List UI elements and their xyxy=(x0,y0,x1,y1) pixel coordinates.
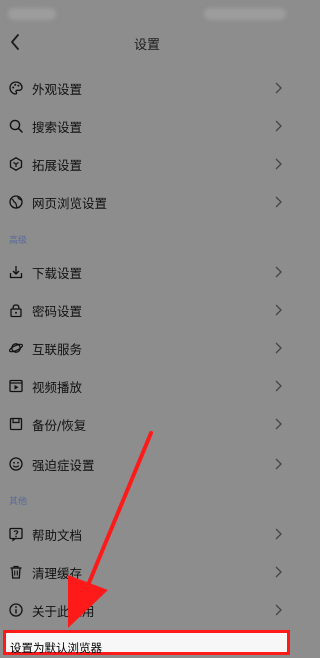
chevron-right-icon xyxy=(275,196,282,208)
settings-item-interconnect[interactable]: 互联服务 xyxy=(0,330,294,366)
settings-item-label: 外观设置 xyxy=(32,82,83,97)
settings-item-web-browsing[interactable]: 网页浏览设置 xyxy=(0,184,294,220)
lock-icon xyxy=(10,304,22,318)
header: 设置 xyxy=(0,28,294,58)
chevron-right-icon xyxy=(275,418,282,430)
page-title: 设置 xyxy=(133,38,160,53)
settings-item-video[interactable]: 视频播放 xyxy=(0,368,294,404)
settings-item-label: 视频播放 xyxy=(32,380,83,395)
settings-item-label: 清理缓存 xyxy=(32,566,83,581)
chevron-right-icon xyxy=(275,342,282,354)
chevron-right-icon xyxy=(275,566,282,578)
video-icon xyxy=(9,379,23,393)
settings-item-password[interactable]: 密码设置 xyxy=(0,292,294,328)
search-icon xyxy=(9,119,23,133)
chevron-right-icon xyxy=(275,380,282,392)
settings-item-extensions[interactable]: 拓展设置 xyxy=(0,146,294,182)
chevron-right-icon xyxy=(275,266,282,278)
download-icon xyxy=(9,266,23,279)
trash-icon xyxy=(10,565,22,579)
globe-icon xyxy=(9,195,23,209)
settings-item-about[interactable]: 关于此应用 xyxy=(0,592,294,628)
settings-item-label: 备份/恢复 xyxy=(32,418,87,433)
settings-item-download[interactable]: 下载设置 xyxy=(0,254,294,290)
settings-item-ocd[interactable]: 强迫症设置 xyxy=(0,446,294,482)
status-left-blur xyxy=(8,8,56,20)
settings-item-label: 关于此应用 xyxy=(32,604,95,619)
settings-item-label: 下载设置 xyxy=(32,266,83,281)
section-header-advanced: 高级 xyxy=(9,236,28,246)
smiley-icon xyxy=(9,457,23,471)
settings-item-label: 网页浏览设置 xyxy=(32,196,108,211)
settings-item-set-default-browser[interactable]: 设置为默认浏览器 xyxy=(3,630,290,655)
chevron-right-icon xyxy=(275,120,282,132)
settings-item-label: 设置为默认浏览器 xyxy=(10,641,102,655)
chevron-right-icon xyxy=(275,458,282,470)
chevron-right-icon xyxy=(275,528,282,540)
planet-icon xyxy=(8,343,24,353)
settings-item-label: 互联服务 xyxy=(32,342,83,357)
settings-item-label: 密码设置 xyxy=(32,304,83,319)
chevron-right-icon xyxy=(275,82,282,94)
settings-item-appearance[interactable]: 外观设置 xyxy=(0,70,294,106)
help-icon xyxy=(9,527,23,542)
status-right-blur xyxy=(204,8,286,20)
status-bar xyxy=(0,0,294,28)
settings-item-label: 帮助文档 xyxy=(32,528,83,543)
extension-icon xyxy=(9,157,23,171)
palette-icon xyxy=(9,81,23,95)
chevron-right-icon xyxy=(275,304,282,316)
settings-item-label: 强迫症设置 xyxy=(32,458,95,473)
settings-item-help[interactable]: 帮助文档 xyxy=(0,516,294,552)
settings-item-backup[interactable]: 备份/恢复 xyxy=(0,406,294,442)
info-icon xyxy=(9,603,23,617)
chevron-right-icon xyxy=(275,604,282,616)
settings-item-search[interactable]: 搜索设置 xyxy=(0,108,294,144)
settings-item-label: 搜索设置 xyxy=(32,120,83,135)
section-header-other: 其他 xyxy=(9,497,28,507)
chevron-right-icon xyxy=(275,158,282,170)
settings-item-label: 拓展设置 xyxy=(32,158,83,173)
settings-item-clear-cache[interactable]: 清理缓存 xyxy=(0,554,294,590)
save-icon xyxy=(9,417,23,431)
